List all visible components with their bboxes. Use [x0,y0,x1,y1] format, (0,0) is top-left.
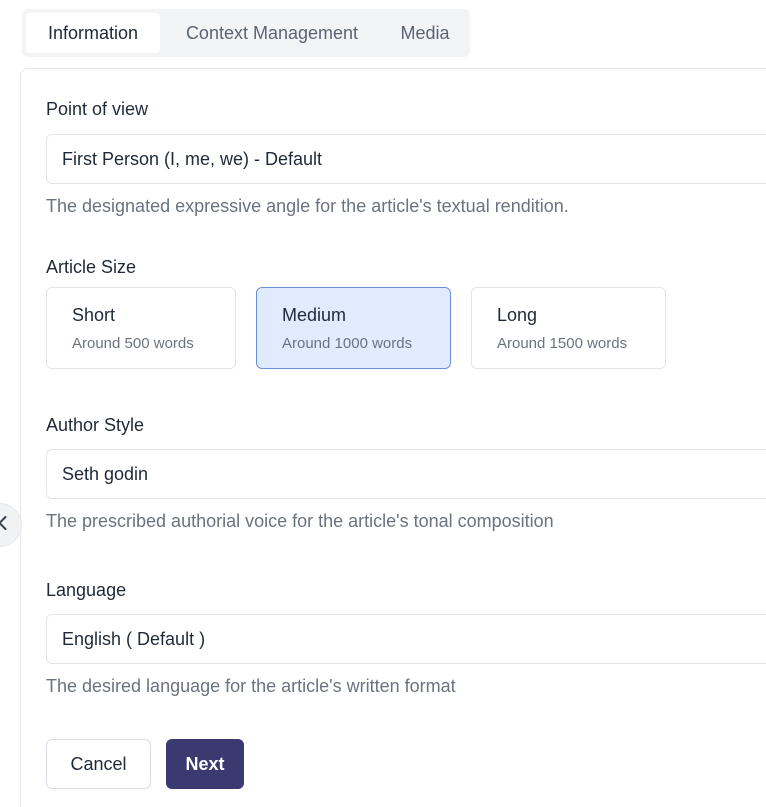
author-style-help: The prescribed authorial voice for the a… [46,511,554,531]
point-of-view-select[interactable]: First Person (I, me, we) - Default [46,134,766,184]
cancel-button[interactable]: Cancel [46,739,151,789]
size-option-title: Short [72,305,116,325]
tab-context-management[interactable]: Context Management [160,13,384,53]
language-help: The desired language for the article's w… [46,676,456,696]
size-option-medium[interactable]: Medium Around 1000 words [256,287,451,369]
chevron-left-icon [0,515,7,535]
language-select[interactable]: English ( Default ) [46,614,766,664]
point-of-view-help: The designated expressive angle for the … [46,196,569,216]
next-button[interactable]: Next [166,739,244,789]
size-option-subtitle: Around 500 words [72,335,194,352]
tab-information[interactable]: Information [26,13,160,53]
author-style-input[interactable]: Seth godin [46,449,766,499]
size-option-title: Long [497,305,538,325]
article-size-label: Article Size [46,257,137,277]
size-option-subtitle: Around 1000 words [282,335,413,352]
size-option-subtitle: Around 1500 words [497,335,628,352]
page: Information Context Management Media Poi… [0,0,766,807]
point-of-view-label: Point of view [46,99,149,119]
language-label: Language [46,580,127,600]
size-option-title: Medium [282,305,347,325]
tab-bar: Information Context Management Media [22,9,470,57]
tab-media[interactable]: Media [384,13,466,53]
author-style-label: Author Style [46,415,145,435]
size-option-long[interactable]: Long Around 1500 words [471,287,666,369]
collapse-sidebar-button[interactable] [0,503,22,547]
size-option-short[interactable]: Short Around 500 words [46,287,236,369]
